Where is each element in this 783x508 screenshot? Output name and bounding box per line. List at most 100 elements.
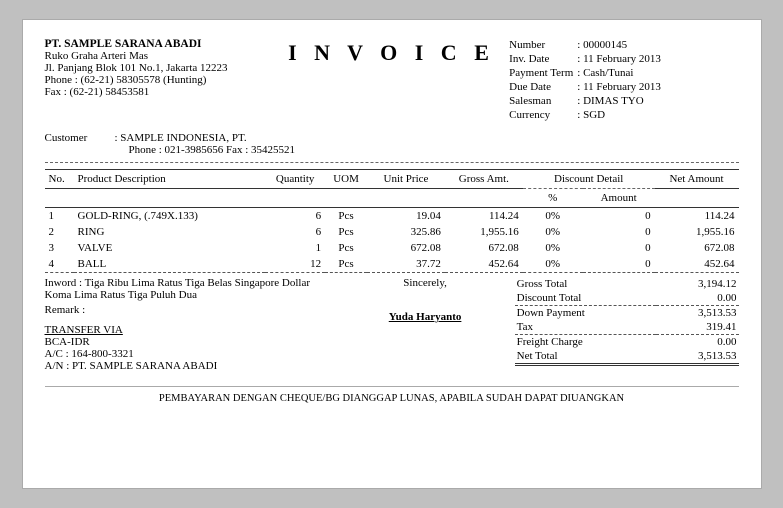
col-no: No. — [45, 170, 74, 189]
salesman-label: Salesman — [507, 94, 575, 108]
transfer-account-name: A/N : PT. SAMPLE SARANA ABADI — [45, 360, 336, 372]
remark: Remark : — [45, 304, 336, 316]
item-desc: RING — [74, 224, 266, 240]
divider-top — [45, 162, 739, 163]
sincerely: Sincerely, — [336, 277, 515, 289]
col-disc-amt: Amount — [583, 189, 655, 208]
company-address1: Ruko Graha Arteri Mas — [45, 50, 276, 62]
item-unit-price: 325.86 — [367, 224, 445, 240]
col-unit-price: Unit Price — [367, 170, 445, 189]
payment-term-value: : Cash/Tunai — [575, 66, 663, 80]
item-qty: 1 — [265, 240, 325, 256]
invoice-title: I N V O I C E — [276, 38, 507, 66]
totals-table: Gross Total 3,194.12 Discount Total 0.00… — [515, 277, 739, 366]
payment-term-label: Payment Term — [507, 66, 575, 80]
table-row: 4 BALL 12 Pcs 37.72 452.64 0% 0 452.64 — [45, 256, 739, 273]
tax-value: 319.41 — [656, 320, 739, 335]
down-payment-value: 3,513.53 — [656, 306, 739, 321]
item-disc-amt: 0 — [583, 240, 655, 256]
invoice-details: Number : 00000145 Inv. Date : 11 Februar… — [507, 38, 738, 122]
inword-label: Inword : Tiga Ribu Lima Ratus Tiga Belas… — [45, 277, 336, 301]
item-no: 1 — [45, 208, 74, 225]
item-gross-amt: 114.24 — [445, 208, 523, 225]
number-label: Number — [507, 38, 575, 52]
item-qty: 6 — [265, 224, 325, 240]
discount-total-label: Discount Total — [515, 291, 656, 306]
transfer-section: TRANSFER VIA BCA-IDR A/C : 164-800-3321 … — [45, 324, 336, 372]
item-disc-amt: 0 — [583, 256, 655, 273]
table-row: 1 GOLD-RING, (.749X.133) 6 Pcs 19.04 114… — [45, 208, 739, 225]
footer-section: Inword : Tiga Ribu Lima Ratus Tiga Belas… — [45, 277, 739, 372]
item-disc-pct: 0% — [523, 208, 583, 225]
col-net-amount: Net Amount — [655, 170, 739, 189]
discount-total-value: 0.00 — [656, 291, 739, 306]
item-uom: Pcs — [325, 224, 367, 240]
item-net-amt: 114.24 — [655, 208, 739, 225]
freight-value: 0.00 — [656, 335, 739, 350]
item-no: 3 — [45, 240, 74, 256]
col-product: Product Description — [74, 170, 266, 189]
items-table: No. Product Description Quantity UOM Uni… — [45, 169, 739, 273]
item-unit-price: 37.72 — [367, 256, 445, 273]
item-uom: Pcs — [325, 240, 367, 256]
company-address2: Jl. Panjang Blok 101 No.1, Jakarta 12223 — [45, 62, 276, 74]
item-qty: 6 — [265, 208, 325, 225]
table-row: 3 VALVE 1 Pcs 672.08 672.08 0% 0 672.08 — [45, 240, 739, 256]
item-gross-amt: 672.08 — [445, 240, 523, 256]
company-fax: Fax : (62-21) 58453581 — [45, 86, 276, 98]
inv-date-value: : 11 February 2013 — [575, 52, 663, 66]
company-name: PT. SAMPLE SARANA ABADI — [45, 38, 276, 50]
inv-date-label: Inv. Date — [507, 52, 575, 66]
customer-section: Customer : SAMPLE INDONESIA, PT. Phone :… — [45, 132, 739, 156]
item-no: 2 — [45, 224, 74, 240]
footer-right: Gross Total 3,194.12 Discount Total 0.00… — [515, 277, 739, 372]
transfer-account: A/C : 164-800-3321 — [45, 348, 336, 360]
company-phone: Phone : (62-21) 58305578 (Hunting) — [45, 74, 276, 86]
currency-value: : SGD — [575, 108, 663, 122]
due-date-value: : 11 February 2013 — [575, 80, 663, 94]
item-net-amt: 1,955.16 — [655, 224, 739, 240]
net-total-value: 3,513.53 — [656, 349, 739, 365]
salesman-value: : DIMAS TYO — [575, 94, 663, 108]
customer-label: Customer — [45, 132, 115, 156]
customer-name: : SAMPLE INDONESIA, PT. Phone : 021-3985… — [115, 132, 296, 156]
item-no: 4 — [45, 256, 74, 273]
col-disc-pct: % — [523, 189, 583, 208]
invoice-container: PT. SAMPLE SARANA ABADI Ruko Graha Arter… — [22, 19, 762, 489]
item-gross-amt: 452.64 — [445, 256, 523, 273]
signature: Yuda Haryanto — [336, 311, 515, 323]
item-unit-price: 19.04 — [367, 208, 445, 225]
col-uom: UOM — [325, 170, 367, 189]
item-net-amt: 452.64 — [655, 256, 739, 273]
gross-total-label: Gross Total — [515, 277, 656, 291]
footer-note: PEMBAYARAN DENGAN CHEQUE/BG DIANGGAP LUN… — [45, 386, 739, 404]
item-gross-amt: 1,955.16 — [445, 224, 523, 240]
transfer-label: TRANSFER VIA — [45, 324, 336, 336]
col-quantity: Quantity — [265, 170, 325, 189]
header-section: PT. SAMPLE SARANA ABADI Ruko Graha Arter… — [45, 38, 739, 122]
item-disc-amt: 0 — [583, 224, 655, 240]
gross-total-value: 3,194.12 — [656, 277, 739, 291]
item-net-amt: 672.08 — [655, 240, 739, 256]
transfer-bank: BCA-IDR — [45, 336, 336, 348]
table-row: 2 RING 6 Pcs 325.86 1,955.16 0% 0 1,955.… — [45, 224, 739, 240]
item-desc: VALVE — [74, 240, 266, 256]
item-desc: GOLD-RING, (.749X.133) — [74, 208, 266, 225]
item-disc-pct: 0% — [523, 256, 583, 273]
currency-label: Currency — [507, 108, 575, 122]
item-unit-price: 672.08 — [367, 240, 445, 256]
number-value: : 00000145 — [575, 38, 663, 52]
item-disc-pct: 0% — [523, 224, 583, 240]
tax-label: Tax — [515, 320, 656, 335]
footer-middle: Sincerely, Yuda Haryanto — [336, 277, 515, 372]
item-uom: Pcs — [325, 256, 367, 273]
item-disc-pct: 0% — [523, 240, 583, 256]
footer-left: Inword : Tiga Ribu Lima Ratus Tiga Belas… — [45, 277, 336, 372]
down-payment-label: Down Payment — [515, 306, 656, 321]
net-total-label: Net Total — [515, 349, 656, 365]
col-discount-detail: Discount Detail — [523, 170, 655, 189]
customer-contact: Phone : 021-3985656 Fax : 35425521 — [129, 144, 296, 156]
company-info: PT. SAMPLE SARANA ABADI Ruko Graha Arter… — [45, 38, 276, 98]
col-gross-amt: Gross Amt. — [445, 170, 523, 189]
item-desc: BALL — [74, 256, 266, 273]
